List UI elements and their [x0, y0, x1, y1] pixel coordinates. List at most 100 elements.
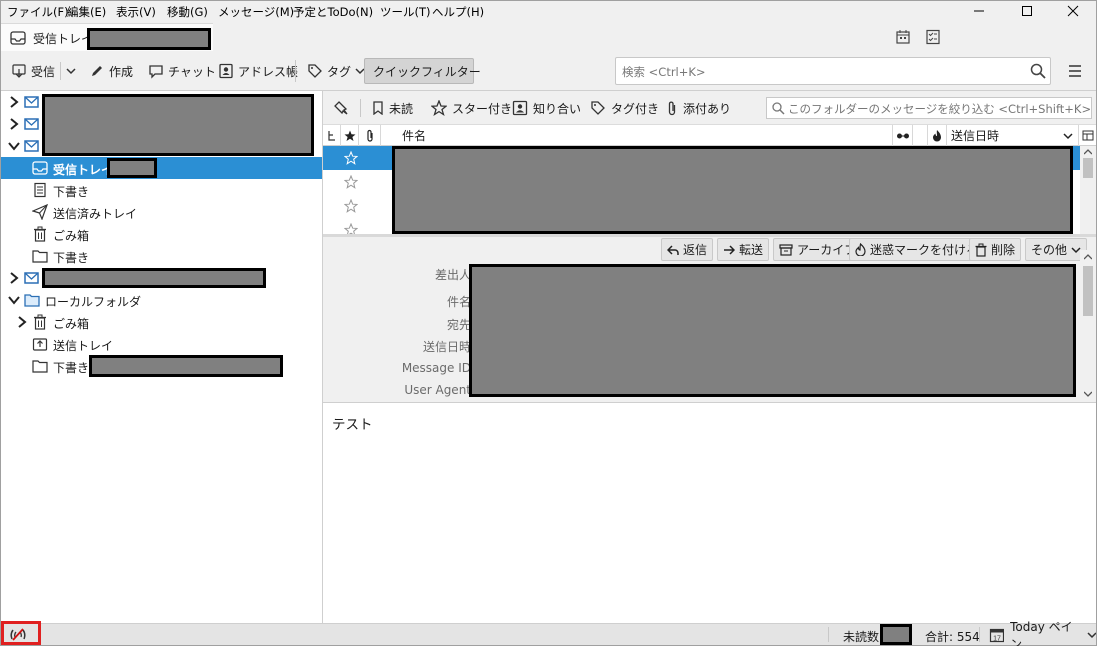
- menu-events-tasks[interactable]: 予定とToDo(N): [293, 4, 373, 20]
- chevron-right-icon[interactable]: [16, 315, 28, 329]
- search-icon[interactable]: [1030, 63, 1046, 79]
- online-status-icon[interactable]: [9, 628, 27, 641]
- folder-drafts-2[interactable]: 下書き: [1, 245, 322, 267]
- other-actions-button[interactable]: その他: [1025, 238, 1088, 261]
- chevron-right-icon[interactable]: [8, 117, 20, 131]
- tab-inbox[interactable]: 受信トレイ -: [1, 23, 213, 51]
- chevron-right-icon[interactable]: [8, 95, 20, 109]
- date-label: 送信日時: [422, 340, 471, 354]
- folder-inbox[interactable]: 受信トレイ: [1, 157, 322, 179]
- calendar-icon[interactable]: [895, 29, 911, 45]
- star-toggle-icon[interactable]: [344, 175, 358, 189]
- thread-icon: [327, 130, 335, 141]
- contact-icon: [512, 100, 528, 116]
- chevron-right-icon[interactable]: [8, 271, 20, 285]
- menu-edit[interactable]: 編集(E): [67, 4, 106, 20]
- folder-local-drafts[interactable]: 下書き-: [1, 355, 322, 377]
- tab-bar: 受信トレイ -: [1, 23, 1096, 51]
- maximize-button[interactable]: [1004, 0, 1050, 23]
- correspondent-column[interactable]: [893, 125, 913, 146]
- folder-label: 送信トレイ: [53, 339, 114, 353]
- today-pane-toggle[interactable]: 17 Today ペイン: [989, 620, 1097, 646]
- local-folder-icon: [24, 294, 40, 307]
- reply-icon: [667, 244, 679, 255]
- star-icon: [431, 100, 447, 116]
- redacted-folder-name: [89, 355, 283, 377]
- close-window-button[interactable]: [1050, 0, 1096, 23]
- forward-button[interactable]: 転送: [717, 238, 770, 261]
- thread-column[interactable]: [323, 125, 341, 146]
- star-column[interactable]: [341, 125, 359, 146]
- reply-button[interactable]: 返信: [661, 238, 714, 261]
- folder-local-outbox[interactable]: 送信トレイ: [1, 333, 322, 355]
- get-mail-dropdown[interactable]: [61, 58, 81, 84]
- folder-sent[interactable]: 送信済みトレイ: [1, 201, 322, 223]
- get-mail-button[interactable]: 受信: [7, 58, 59, 84]
- mail-account-icon: [24, 118, 39, 130]
- quick-filter-button[interactable]: クイックフィルター: [364, 58, 481, 84]
- thread-scrollbar[interactable]: [1080, 146, 1096, 234]
- status-bar: 未読数: 合計: 554 17 Today ペイン: [1, 620, 1097, 646]
- redacted-header-values: [469, 264, 1076, 397]
- header-scrollbar[interactable]: [1080, 250, 1096, 402]
- address-book-label: アドレス帳: [238, 64, 299, 79]
- menu-file[interactable]: ファイル(F): [7, 4, 69, 20]
- minimize-button[interactable]: [956, 0, 1002, 23]
- star-toggle-icon[interactable]: [344, 151, 358, 165]
- subject-column[interactable]: 件名: [381, 125, 893, 146]
- subject-column-label: 件名: [402, 129, 427, 143]
- menu-view[interactable]: 表示(V): [116, 4, 156, 20]
- document-icon: [34, 182, 46, 198]
- scroll-up-icon[interactable]: [1084, 149, 1092, 155]
- filter-contacts-button[interactable]: 知り合い: [512, 98, 581, 118]
- tag-button[interactable]: タグ: [303, 58, 369, 84]
- menu-help[interactable]: ヘルプ(H): [432, 4, 484, 20]
- junk-column[interactable]: [928, 125, 947, 146]
- spacer-column: [913, 125, 928, 146]
- folder-drafts[interactable]: 下書き: [1, 179, 322, 201]
- filter-unread-button[interactable]: 未読: [372, 98, 413, 118]
- delete-button[interactable]: 削除: [969, 238, 1022, 261]
- scroll-down-icon[interactable]: [1084, 391, 1092, 397]
- chevron-down-icon[interactable]: [8, 139, 20, 153]
- pin-icon[interactable]: [334, 100, 350, 116]
- scrollbar-thumb[interactable]: [1083, 158, 1093, 178]
- compose-button[interactable]: 作成: [85, 58, 137, 84]
- hamburger-menu-icon[interactable]: [1068, 64, 1082, 78]
- date-column[interactable]: 送信日時: [947, 125, 1079, 146]
- scrollbar-thumb[interactable]: [1083, 266, 1093, 316]
- filter-tagged-label: タグ付き: [611, 101, 660, 116]
- local-folders-row[interactable]: ローカルフォルダ: [1, 289, 322, 311]
- folder-local-trash[interactable]: ごみ箱: [1, 311, 322, 333]
- menu-message[interactable]: メッセージ(M): [218, 4, 294, 20]
- scroll-up-icon[interactable]: [1084, 254, 1092, 260]
- star-icon: [344, 130, 355, 141]
- reply-label: 返信: [683, 243, 708, 257]
- glasses-icon: [896, 133, 909, 138]
- column-picker[interactable]: [1079, 125, 1096, 146]
- folder-filter-input[interactable]: このフォルダーのメッセージを絞り込む <Ctrl+Shift+K>: [766, 97, 1092, 119]
- address-book-button[interactable]: アドレス帳: [214, 58, 302, 84]
- menu-go[interactable]: 移動(G): [167, 4, 208, 20]
- global-search-input[interactable]: 検索 <Ctrl+K>: [615, 57, 1051, 85]
- filter-unread-label: 未読: [389, 101, 414, 116]
- chat-button[interactable]: チャット: [144, 58, 220, 84]
- menu-tools[interactable]: ツール(T): [380, 4, 431, 20]
- tasks-icon[interactable]: [925, 29, 941, 45]
- mark-junk-label: 迷惑マークを付ける: [870, 243, 979, 257]
- chevron-down-icon[interactable]: [8, 293, 20, 307]
- filter-starred-button[interactable]: スター付き: [431, 98, 512, 118]
- star-toggle-icon[interactable]: [344, 199, 358, 213]
- folder-trash[interactable]: ごみ箱: [1, 223, 322, 245]
- filter-starred-label: スター付き: [452, 101, 513, 116]
- thread-list: [323, 146, 1096, 234]
- mark-junk-button[interactable]: 迷惑マークを付ける: [849, 238, 985, 261]
- filter-attachment-button[interactable]: 添付あり: [666, 98, 731, 118]
- star-toggle-icon[interactable]: [344, 223, 358, 234]
- attachment-column[interactable]: [359, 125, 381, 146]
- folder-label: ローカルフォルダ: [45, 295, 142, 309]
- quick-filter-label: クイックフィルター: [373, 64, 481, 79]
- redacted-message-list: [392, 146, 1073, 234]
- account-row[interactable]: [1, 267, 322, 289]
- filter-tagged-button[interactable]: タグ付き: [590, 98, 659, 118]
